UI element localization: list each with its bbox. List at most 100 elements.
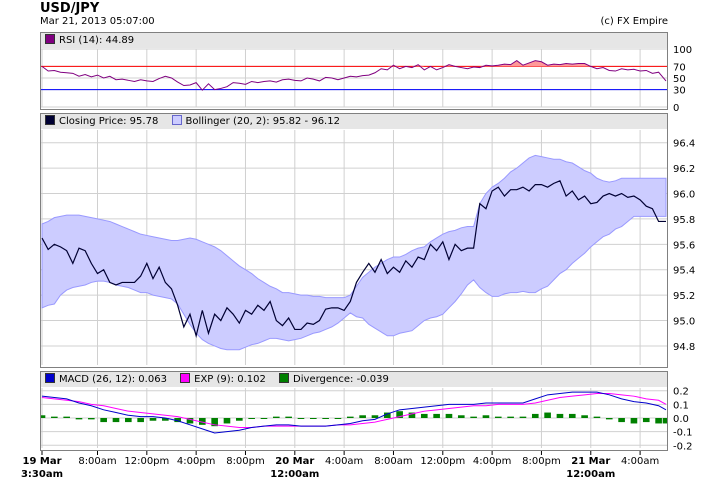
divergence-bar (581, 415, 588, 418)
macd-pane: MACD (26, 12): 0.063 EXP (9): 0.102 Dive… (40, 371, 668, 451)
closing-swatch (45, 115, 55, 125)
divergence-bar (41, 415, 46, 418)
y-tick-label: 30 (673, 86, 686, 97)
y-tick-label: 0.0 (673, 414, 689, 425)
divergence-bar (662, 418, 667, 424)
divergence-bar (346, 416, 354, 418)
y-tick-label: 70 (673, 62, 686, 73)
x-tick-sublabel: 3:30am (21, 469, 63, 480)
divergence-bar (100, 418, 107, 423)
y-tick-label: -0.2 (673, 441, 693, 452)
divergence-bar (593, 416, 601, 418)
price-chart (41, 130, 667, 365)
bollinger-legend-label: Bollinger (20, 2): 95.82 - 96.12 (185, 116, 340, 127)
divergence-bar (507, 416, 514, 418)
x-tick-label: 20 Mar (275, 456, 314, 467)
divergence-bar (519, 416, 527, 418)
macd-line (41, 391, 667, 434)
x-tick-label: 4:00pm (177, 456, 216, 467)
divergence-bar (334, 418, 342, 419)
divergence-bar (272, 416, 280, 418)
divergence-bar (544, 412, 551, 418)
divergence-bar (236, 418, 243, 421)
timestamp: Mar 21, 2013 05:07:00 (40, 16, 155, 27)
rsi-legend: RSI (14): 44.89 (41, 33, 667, 48)
closing-legend-item: Closing Price: 95.78 (45, 114, 158, 129)
rsi-swatch (45, 34, 55, 44)
y-tick-label: 100 (673, 45, 692, 56)
copyright: (c) FX Empire (600, 16, 669, 27)
divergence-bar (445, 413, 453, 418)
divergence-bar (433, 413, 440, 418)
price-legend: Closing Price: 95.78 Bollinger (20, 2): … (41, 114, 667, 129)
chart-title: USD/JPY (40, 1, 100, 16)
divergence-bar (88, 418, 95, 420)
x-tick-label: 4:00am (621, 456, 659, 467)
divergence-bar (75, 418, 83, 420)
y-tick-label: 96.2 (673, 164, 695, 175)
divergence-bar (297, 418, 305, 419)
y-tick-label: 95.8 (673, 215, 695, 226)
divergence-bar (149, 418, 157, 421)
divergence-bar (494, 416, 502, 418)
divergence-bar (630, 418, 638, 424)
x-tick-label: 8:00am (374, 456, 412, 467)
divergence-bar (371, 415, 379, 418)
divergence-legend-item: Divergence: -0.039 (279, 372, 389, 387)
rsi-legend-label: RSI (14): 44.89 (59, 35, 135, 46)
exp-legend-label: EXP (9): 0.102 (194, 374, 266, 385)
divergence-bar (568, 413, 576, 418)
divergence-bar (642, 418, 650, 423)
divergence-bar (260, 418, 268, 419)
divergence-bar (605, 418, 613, 420)
y-tick-label: 96.4 (673, 139, 695, 150)
divergence-bar (223, 418, 231, 424)
x-tick-label: 8:00pm (522, 456, 561, 467)
x-tick-label: 21 Mar (571, 456, 610, 467)
x-tick-label: 12:00pm (124, 456, 169, 467)
macd-legend: MACD (26, 12): 0.063 EXP (9): 0.102 Dive… (41, 372, 667, 387)
x-tick-label: 8:00am (78, 456, 116, 467)
divergence-swatch (279, 373, 290, 383)
y-tick-label: 95.0 (673, 317, 695, 328)
y-tick-label: -0.1 (673, 428, 693, 439)
bollinger-swatch (171, 115, 182, 125)
divergence-bar (51, 416, 58, 418)
divergence-bar (137, 418, 144, 423)
exp-legend-item: EXP (9): 0.102 (180, 372, 266, 387)
divergence-bar (309, 418, 317, 419)
y-tick-label: 95.2 (673, 291, 695, 302)
y-tick-label: 94.8 (673, 342, 695, 353)
divergence-bar (457, 415, 465, 418)
x-tick-label: 4:00am (325, 456, 363, 467)
rsi-legend-item: RSI (14): 44.89 (45, 33, 134, 48)
divergence-bar (655, 418, 662, 424)
divergence-bar (125, 418, 132, 423)
x-tick-label: 4:00pm (473, 456, 512, 467)
divergence-bar (322, 418, 329, 419)
y-tick-label: 50 (673, 74, 686, 85)
divergence-legend-label: Divergence: -0.039 (293, 374, 389, 385)
x-tick-label: 12:00pm (420, 456, 465, 467)
y-tick-label: 0 (673, 103, 679, 114)
x-tick-label: 19 Mar (22, 456, 61, 467)
divergence-bar (470, 416, 477, 418)
y-tick-label: 0.2 (673, 387, 689, 398)
y-tick-label: 0.1 (673, 400, 689, 411)
price-pane: Closing Price: 95.78 Bollinger (20, 2): … (40, 113, 668, 368)
y-tick-label: 95.4 (673, 266, 695, 277)
y-tick-label: 95.6 (673, 240, 695, 251)
divergence-bar (112, 418, 120, 423)
exp-swatch (180, 373, 191, 383)
divergence-bar (285, 416, 292, 418)
divergence-bar (556, 413, 564, 418)
rsi-pane: RSI (14): 44.89 (40, 32, 668, 110)
bollinger-legend-item: Bollinger (20, 2): 95.82 - 96.12 (171, 114, 340, 129)
divergence-bar (248, 418, 255, 419)
divergence-bar (420, 413, 428, 418)
divergence-bar (531, 413, 539, 418)
x-tick-label: 8:00pm (226, 456, 265, 467)
divergence-bar (618, 418, 625, 423)
divergence-bar (482, 415, 490, 418)
macd-legend-label: MACD (26, 12): 0.063 (59, 374, 167, 385)
